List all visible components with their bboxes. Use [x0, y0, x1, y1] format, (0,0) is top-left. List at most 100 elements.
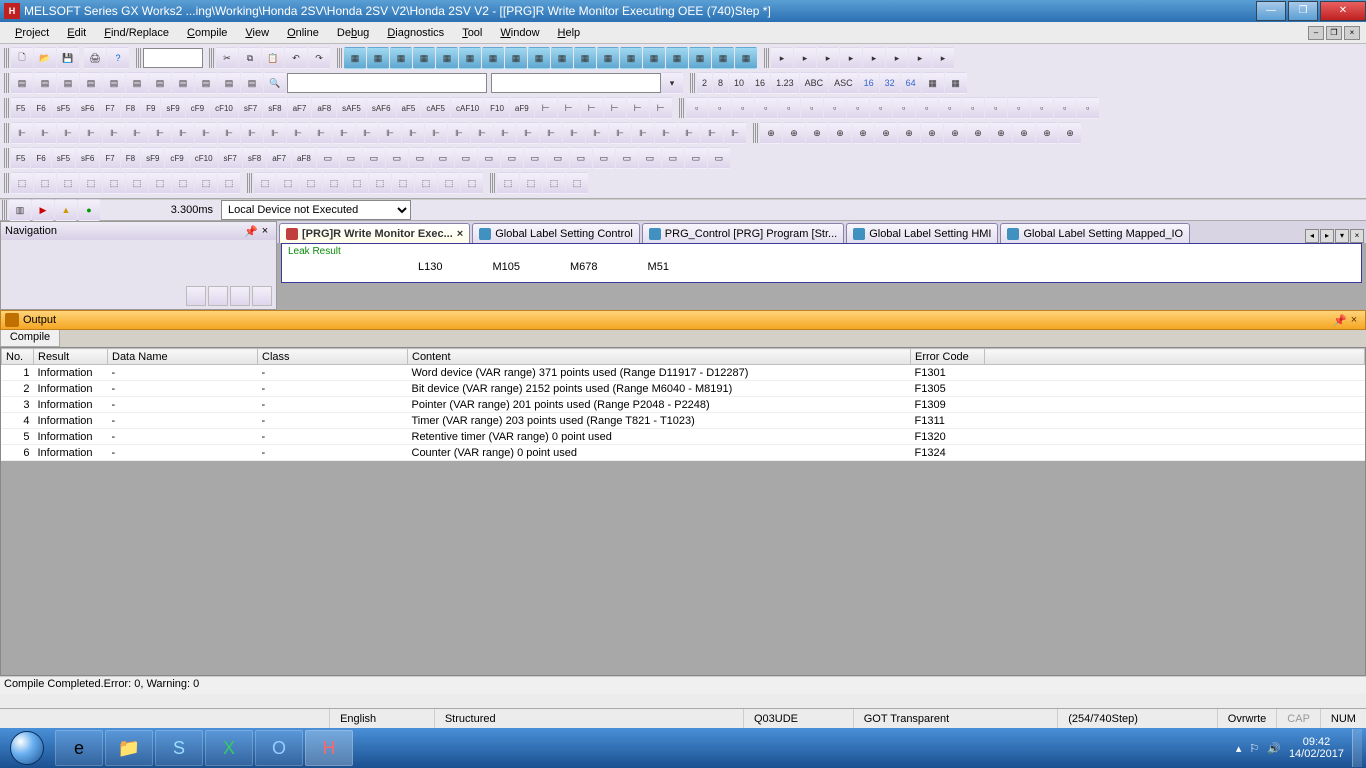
ld-tool-4[interactable]: ▭	[409, 147, 431, 169]
sfc-tool-8[interactable]: ⬚	[195, 172, 217, 194]
sfc-tool-6[interactable]: ⬚	[149, 172, 171, 194]
close-button[interactable]: ✕	[1320, 1, 1366, 21]
mdi-restore[interactable]: ❐	[1326, 26, 1342, 40]
zoom-tool-11[interactable]: ⊕	[1013, 122, 1035, 144]
menu-diagnostics[interactable]: Diagnostics	[378, 25, 453, 41]
ld-tool-3[interactable]: ▭	[386, 147, 408, 169]
zoom-tool-0[interactable]: ⊕	[760, 122, 782, 144]
contact-1[interactable]: M105	[492, 261, 520, 273]
element-tool-26[interactable]: ⊩	[609, 122, 631, 144]
sfc2-tool-1[interactable]: ⬚	[277, 172, 299, 194]
menu-help[interactable]: Help	[549, 25, 590, 41]
ld-key2-sF6[interactable]: sF6	[76, 147, 99, 169]
toolbar-grip[interactable]	[4, 73, 9, 93]
element-tool-14[interactable]: ⊩	[333, 122, 355, 144]
view-tool-8[interactable]: ▤	[195, 72, 217, 94]
element-tool-2[interactable]: ⊩	[57, 122, 79, 144]
element-tool-19[interactable]: ⊩	[448, 122, 470, 144]
ladder-sym-0[interactable]: ⊢	[535, 97, 557, 119]
ladder-key-F10[interactable]: F10	[485, 97, 509, 119]
binoculars-icon[interactable]: 🔍	[264, 72, 286, 94]
ld-key2-sF8[interactable]: sF8	[243, 147, 266, 169]
zoom-tool-1[interactable]: ⊕	[783, 122, 805, 144]
element-tool-22[interactable]: ⊩	[517, 122, 539, 144]
table-row[interactable]: 6Information--Counter (VAR range) 0 poin…	[2, 445, 1365, 461]
menu-project[interactable]: Project	[6, 25, 58, 41]
element-tool-7[interactable]: ⊩	[172, 122, 194, 144]
debug-tool-4[interactable]: ▸	[863, 47, 885, 69]
nav-btn-3[interactable]	[230, 286, 250, 306]
nav-close-icon[interactable]: ×	[258, 225, 272, 237]
ld-tool-16[interactable]: ▭	[685, 147, 707, 169]
edit-tool-1[interactable]: ▫	[709, 97, 731, 119]
tab-close[interactable]: ×	[1350, 229, 1364, 243]
sfc-tool-5[interactable]: ⬚	[126, 172, 148, 194]
ladder-key-aF9[interactable]: aF9	[510, 97, 534, 119]
output-grid[interactable]: No. Result Data Name Class Content Error…	[0, 347, 1366, 676]
sfc2-tool-8[interactable]: ⬚	[438, 172, 460, 194]
radix-2[interactable]: 2	[697, 72, 712, 94]
tab-prg-write-monitor[interactable]: [PRG]R Write Monitor Exec... ×	[279, 223, 470, 243]
sfc2-tool-9[interactable]: ⬚	[461, 172, 483, 194]
element-tool-16[interactable]: ⊩	[379, 122, 401, 144]
zoom-tool-2[interactable]: ⊕	[806, 122, 828, 144]
ld-tool-9[interactable]: ▭	[524, 147, 546, 169]
toolbar-grip[interactable]	[490, 173, 495, 193]
online-tool-16[interactable]: ▦	[712, 47, 734, 69]
edit-tool-0[interactable]: ▫	[686, 97, 708, 119]
tray-clock[interactable]: 09:42 14/02/2017	[1289, 736, 1344, 760]
ld-tool-7[interactable]: ▭	[478, 147, 500, 169]
tab-global-label-mappedio[interactable]: Global Label Setting Mapped_IO	[1000, 223, 1190, 243]
zoom-tool-13[interactable]: ⊕	[1059, 122, 1081, 144]
table-row[interactable]: 3Information--Pointer (VAR range) 201 po…	[2, 397, 1365, 413]
find-input[interactable]	[287, 73, 487, 93]
toolbar-grip[interactable]	[209, 48, 214, 68]
ld-tool-0[interactable]: ▭	[317, 147, 339, 169]
view-tool-2[interactable]: ▤	[57, 72, 79, 94]
edit-tool-10[interactable]: ▫	[916, 97, 938, 119]
zoom-tool-10[interactable]: ⊕	[990, 122, 1012, 144]
sfc2-tool-6[interactable]: ⬚	[392, 172, 414, 194]
ladder-key-F6[interactable]: F6	[31, 97, 50, 119]
ladder-key-aF8[interactable]: aF8	[312, 97, 336, 119]
online-tool-3[interactable]: ▦	[413, 47, 435, 69]
sfc3-tool-2[interactable]: ⬚	[543, 172, 565, 194]
ladder-sym-5[interactable]: ⊢	[650, 97, 672, 119]
ld-tool-10[interactable]: ▭	[547, 147, 569, 169]
col-result[interactable]: Result	[34, 349, 108, 365]
radix-16[interactable]: 16	[750, 72, 770, 94]
toolbar-grip[interactable]	[4, 148, 9, 168]
ld-key2-sF9[interactable]: sF9	[141, 147, 164, 169]
toolbar-grip[interactable]	[690, 73, 695, 93]
run-icon[interactable]: ▶	[32, 199, 54, 221]
disp-64b[interactable]: 64	[901, 72, 921, 94]
menu-compile[interactable]: Compile	[178, 25, 236, 41]
element-tool-20[interactable]: ⊩	[471, 122, 493, 144]
toolbar-grip[interactable]	[4, 123, 9, 143]
element-tool-13[interactable]: ⊩	[310, 122, 332, 144]
ladder-key-F5[interactable]: F5	[11, 97, 30, 119]
element-tool-11[interactable]: ⊩	[264, 122, 286, 144]
online-tool-6[interactable]: ▦	[482, 47, 504, 69]
edit-tool-17[interactable]: ▫	[1077, 97, 1099, 119]
taskbar-ie[interactable]: e	[55, 730, 103, 766]
taskbar-gxworks[interactable]: H	[305, 730, 353, 766]
online-tool-2[interactable]: ▦	[390, 47, 412, 69]
online-tool-10[interactable]: ▦	[574, 47, 596, 69]
online-tool-5[interactable]: ▦	[459, 47, 481, 69]
view-tool-4[interactable]: ▤	[103, 72, 125, 94]
disp-abc[interactable]: ABC	[800, 72, 829, 94]
taskbar-skype[interactable]: S	[155, 730, 203, 766]
element-tool-21[interactable]: ⊩	[494, 122, 516, 144]
element-tool-31[interactable]: ⊩	[724, 122, 746, 144]
online-tool-8[interactable]: ▦	[528, 47, 550, 69]
show-desktop[interactable]	[1352, 729, 1362, 767]
view-tool-3[interactable]: ▤	[80, 72, 102, 94]
ladder-sym-3[interactable]: ⊢	[604, 97, 626, 119]
toolbar-combo-1[interactable]	[143, 48, 203, 68]
element-tool-17[interactable]: ⊩	[402, 122, 424, 144]
element-tool-15[interactable]: ⊩	[356, 122, 378, 144]
view-tool-0[interactable]: ▤	[11, 72, 33, 94]
sfc2-tool-3[interactable]: ⬚	[323, 172, 345, 194]
mdi-minimize[interactable]: –	[1308, 26, 1324, 40]
